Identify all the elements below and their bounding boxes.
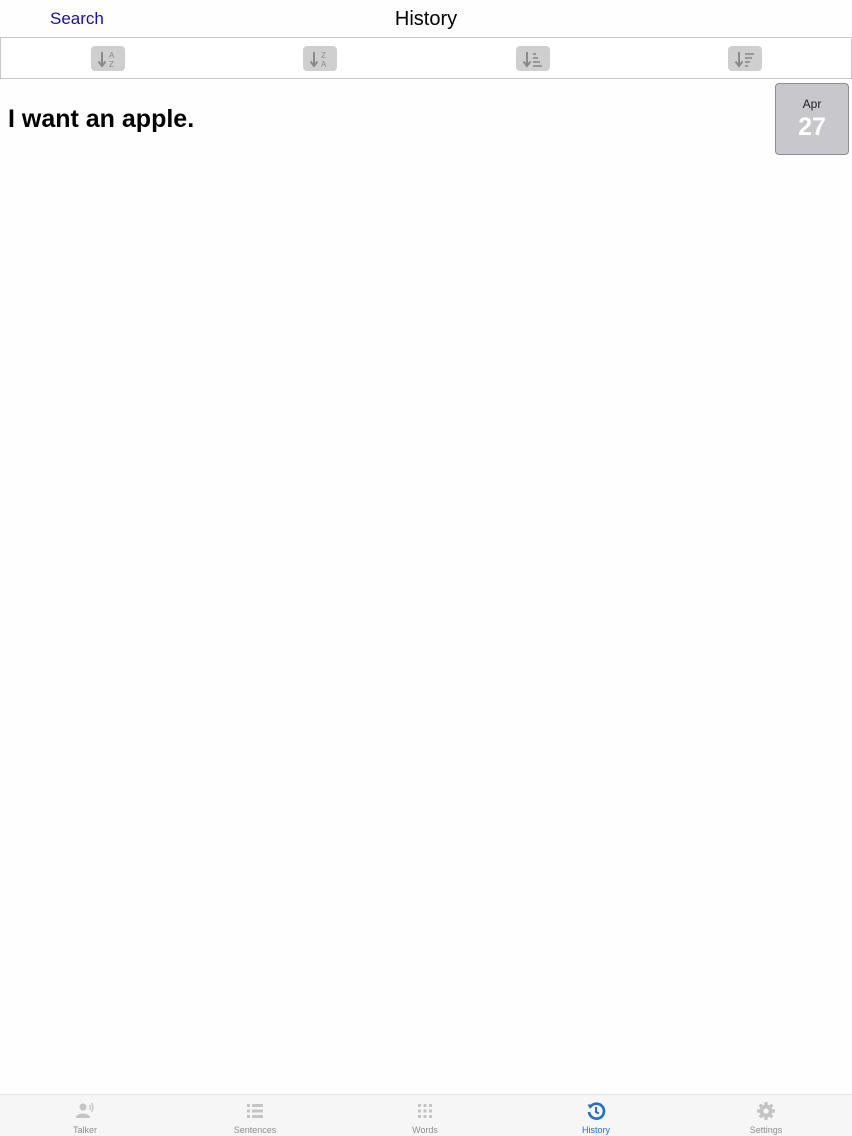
- sort-alpha-desc-icon: Z A: [308, 49, 332, 69]
- date-month: Apr: [802, 97, 822, 111]
- svg-text:A: A: [109, 51, 115, 60]
- tab-history[interactable]: History: [536, 1095, 656, 1136]
- page-title: History: [394, 8, 458, 30]
- tab-label: Talker: [72, 1125, 97, 1135]
- sentences-icon: [245, 1101, 265, 1121]
- tab-settings[interactable]: Settings: [706, 1095, 826, 1136]
- tab-talker[interactable]: Talker: [25, 1095, 145, 1136]
- history-icon: [586, 1101, 606, 1121]
- words-icon: [415, 1101, 435, 1121]
- tab-label: Words: [412, 1125, 438, 1135]
- sort-toolbar: A Z Z A: [0, 37, 852, 79]
- svg-text:Z: Z: [109, 60, 114, 69]
- list-item[interactable]: I want an apple. Apr 27: [0, 80, 852, 158]
- tab-label: Settings: [749, 1125, 783, 1135]
- svg-text:Z: Z: [321, 51, 326, 60]
- sort-length-asc-button[interactable]: [516, 46, 550, 71]
- date-day: 27: [798, 113, 826, 141]
- svg-text:A: A: [321, 60, 327, 69]
- tab-sentences[interactable]: Sentences: [195, 1095, 315, 1136]
- sort-length-asc-icon: [521, 49, 545, 69]
- settings-icon: [756, 1101, 776, 1121]
- sort-alpha-asc-icon: A Z: [96, 49, 120, 69]
- tab-bar: Talker Sentences Words History Settings: [0, 1094, 852, 1136]
- talker-icon: [75, 1101, 95, 1121]
- sort-alpha-desc-button[interactable]: Z A: [303, 46, 337, 71]
- sort-length-desc-button[interactable]: [728, 46, 762, 71]
- history-screen: Search History A Z Z A I want an apple. …: [0, 0, 852, 1136]
- history-sentence[interactable]: I want an apple.: [8, 105, 194, 134]
- sort-length-desc-icon: [733, 49, 757, 69]
- date-badge[interactable]: Apr 27: [775, 83, 849, 155]
- tab-label: History: [581, 1125, 610, 1135]
- tab-words[interactable]: Words: [365, 1095, 485, 1136]
- sort-alpha-asc-button[interactable]: A Z: [91, 46, 125, 71]
- navigation-bar: Search History: [0, 0, 852, 38]
- tab-label: Sentences: [233, 1125, 277, 1135]
